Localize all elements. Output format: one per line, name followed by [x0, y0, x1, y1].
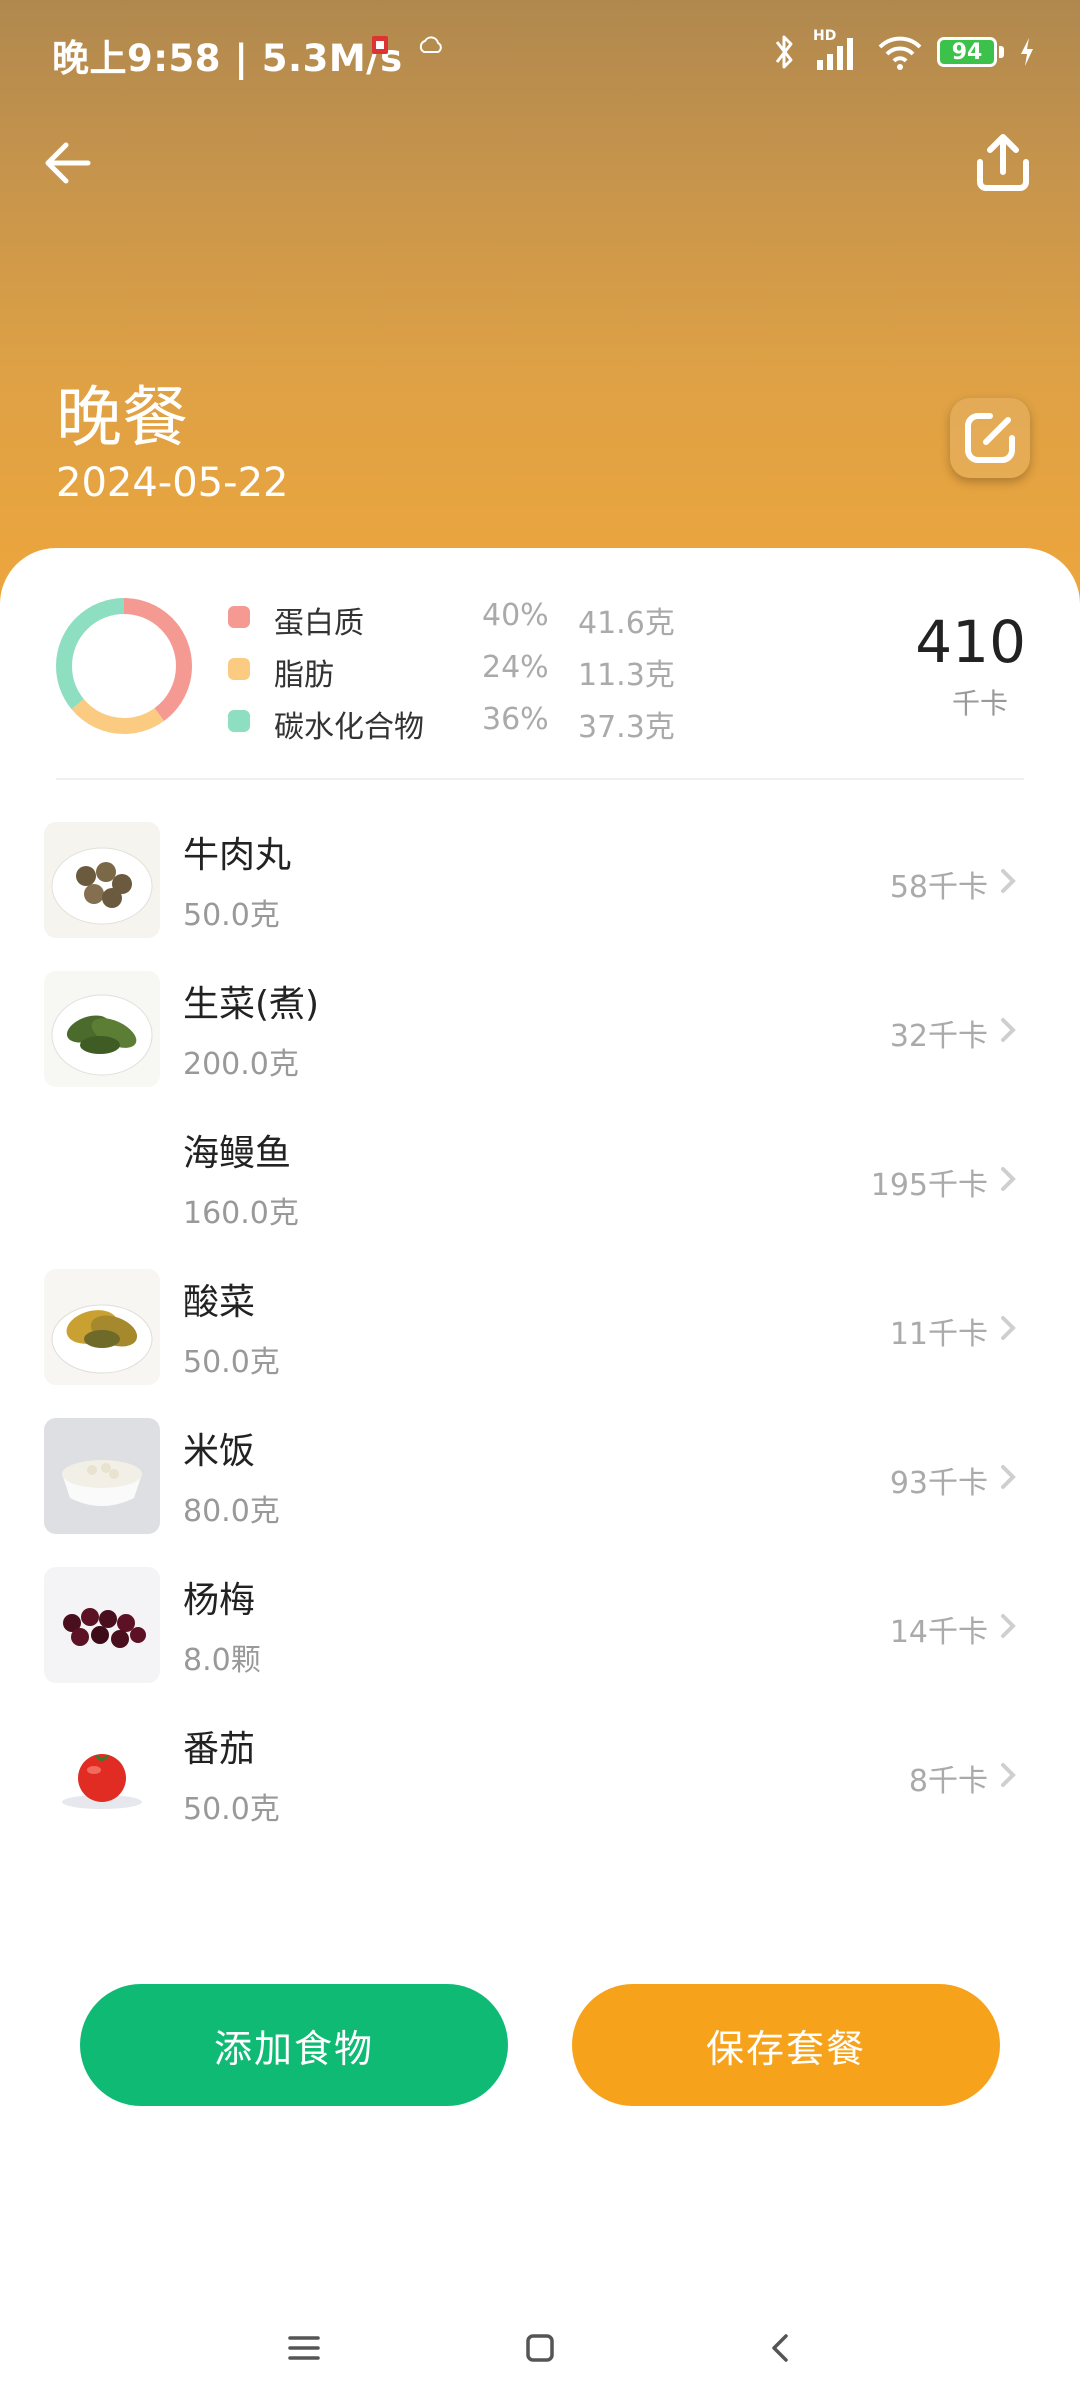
share-icon[interactable] [968, 128, 1038, 198]
tomato-thumbnail [44, 1716, 160, 1832]
food-item[interactable]: 米饭 80.0克 93千卡 [0, 1400, 1080, 1549]
food-calories: 58千卡 [889, 870, 988, 905]
legend-name: 蛋白质 [274, 606, 364, 641]
save-meal-button[interactable]: 保存套餐 [572, 1984, 1000, 2106]
food-amount: 50.0克 [183, 1345, 280, 1380]
legend-name: 碳水化合物 [274, 710, 424, 745]
food-item[interactable]: 番茄 50.0克 8千卡 [0, 1698, 1080, 1847]
food-calories: 8千卡 [908, 1764, 988, 1799]
app-notification-icon [372, 36, 388, 54]
calories-unit: 千卡 [951, 687, 1008, 720]
chevron-right-icon [1001, 1465, 1016, 1489]
charging-icon [1021, 38, 1033, 66]
pickled-cabbage-thumbnail [44, 1269, 160, 1385]
food-amount: 200.0克 [183, 1047, 299, 1082]
cloud-icon [419, 36, 442, 53]
food-name: 生菜(煮) [183, 984, 320, 1025]
add-food-button[interactable]: 添加食物 [80, 1984, 508, 2106]
legend-amount: 11.3克 [578, 658, 675, 693]
protein-color-dot [228, 606, 250, 628]
empty-thumbnail [44, 1120, 160, 1236]
legend-percent: 24% [482, 650, 549, 685]
legend-percent: 40% [482, 598, 549, 633]
carbs-color-dot [228, 710, 250, 732]
food-amount: 50.0克 [183, 1792, 280, 1827]
food-item[interactable]: 酸菜 50.0克 11千卡 [0, 1251, 1080, 1400]
back-icon[interactable] [764, 2332, 796, 2364]
home-icon[interactable] [524, 2332, 556, 2364]
status-time: 晚上9:58 | 5.3M/s [52, 37, 403, 80]
divider [56, 778, 1024, 780]
battery-icon: 94 [937, 37, 997, 67]
legend-amount: 41.6克 [578, 606, 675, 641]
edit-button[interactable] [950, 398, 1030, 478]
legend-percent: 36% [482, 702, 549, 737]
food-name: 海鳗鱼 [183, 1133, 292, 1174]
battery-tip [999, 46, 1004, 58]
food-name: 番茄 [183, 1729, 256, 1770]
chevron-right-icon [1001, 1018, 1016, 1042]
food-list: 牛肉丸 50.0克 58千卡 生菜(煮) 200.0克 32千卡 海鳗鱼 160… [0, 804, 1080, 1847]
rice-bowl-thumbnail [44, 1418, 160, 1534]
food-amount: 8.0颗 [183, 1643, 261, 1678]
chevron-right-icon [1001, 1167, 1016, 1191]
legend-amount: 37.3克 [578, 710, 675, 745]
food-name: 牛肉丸 [183, 835, 292, 876]
food-item[interactable]: 海鳗鱼 160.0克 195千卡 [0, 1102, 1080, 1251]
bluetooth-icon [775, 35, 793, 69]
food-amount: 50.0克 [183, 898, 280, 933]
macro-legend: 蛋白质 40% 41.6克 脂肪 24% 11.3克 碳水化合物 36% 37.… [228, 590, 708, 746]
meal-date: 2024-05-22 [56, 460, 289, 506]
chevron-right-icon [1001, 1316, 1016, 1340]
macro-donut-chart [56, 598, 192, 734]
food-item[interactable]: 牛肉丸 50.0克 58千卡 [0, 804, 1080, 953]
food-calories: 14千卡 [889, 1615, 988, 1650]
bayberries-thumbnail [44, 1567, 160, 1683]
status-bar: 晚上9:58 | 5.3M/s HD 94 [0, 0, 1080, 104]
boiled-lettuce-thumbnail [44, 971, 160, 1087]
food-amount: 160.0克 [183, 1196, 299, 1231]
legend-row-fat: 脂肪 24% 11.3克 [228, 642, 708, 694]
fat-color-dot [228, 658, 250, 680]
signal-icon: HD [813, 28, 863, 72]
food-calories: 93千卡 [889, 1466, 988, 1501]
food-calories: 11千卡 [889, 1317, 988, 1352]
food-calories: 195千卡 [870, 1168, 988, 1203]
legend-name: 脂肪 [274, 658, 334, 693]
status-right-group: HD 94 [769, 28, 1036, 74]
total-calories: 410 [915, 608, 1026, 676]
food-calories: 32千卡 [889, 1019, 988, 1054]
back-arrow-icon[interactable] [36, 130, 102, 196]
food-name: 米饭 [183, 1431, 256, 1472]
legend-row-carbs: 碳水化合物 36% 37.3克 [228, 694, 708, 746]
chevron-right-icon [1001, 1763, 1016, 1787]
edit-icon [965, 413, 1015, 463]
chevron-right-icon [1001, 1614, 1016, 1638]
system-nav-bar [0, 2300, 1080, 2400]
meal-title: 晚餐 [56, 379, 188, 456]
food-item[interactable]: 生菜(煮) 200.0克 32千卡 [0, 953, 1080, 1102]
chevron-right-icon [1001, 869, 1016, 893]
beef-meatballs-thumbnail [44, 822, 160, 938]
wifi-icon [878, 36, 922, 70]
food-name: 酸菜 [183, 1282, 256, 1323]
menu-icon[interactable] [288, 2332, 320, 2364]
food-item[interactable]: 杨梅 8.0颗 14千卡 [0, 1549, 1080, 1698]
legend-row-protein: 蛋白质 40% 41.6克 [228, 590, 708, 642]
food-name: 杨梅 [183, 1580, 256, 1621]
food-amount: 80.0克 [183, 1494, 280, 1529]
